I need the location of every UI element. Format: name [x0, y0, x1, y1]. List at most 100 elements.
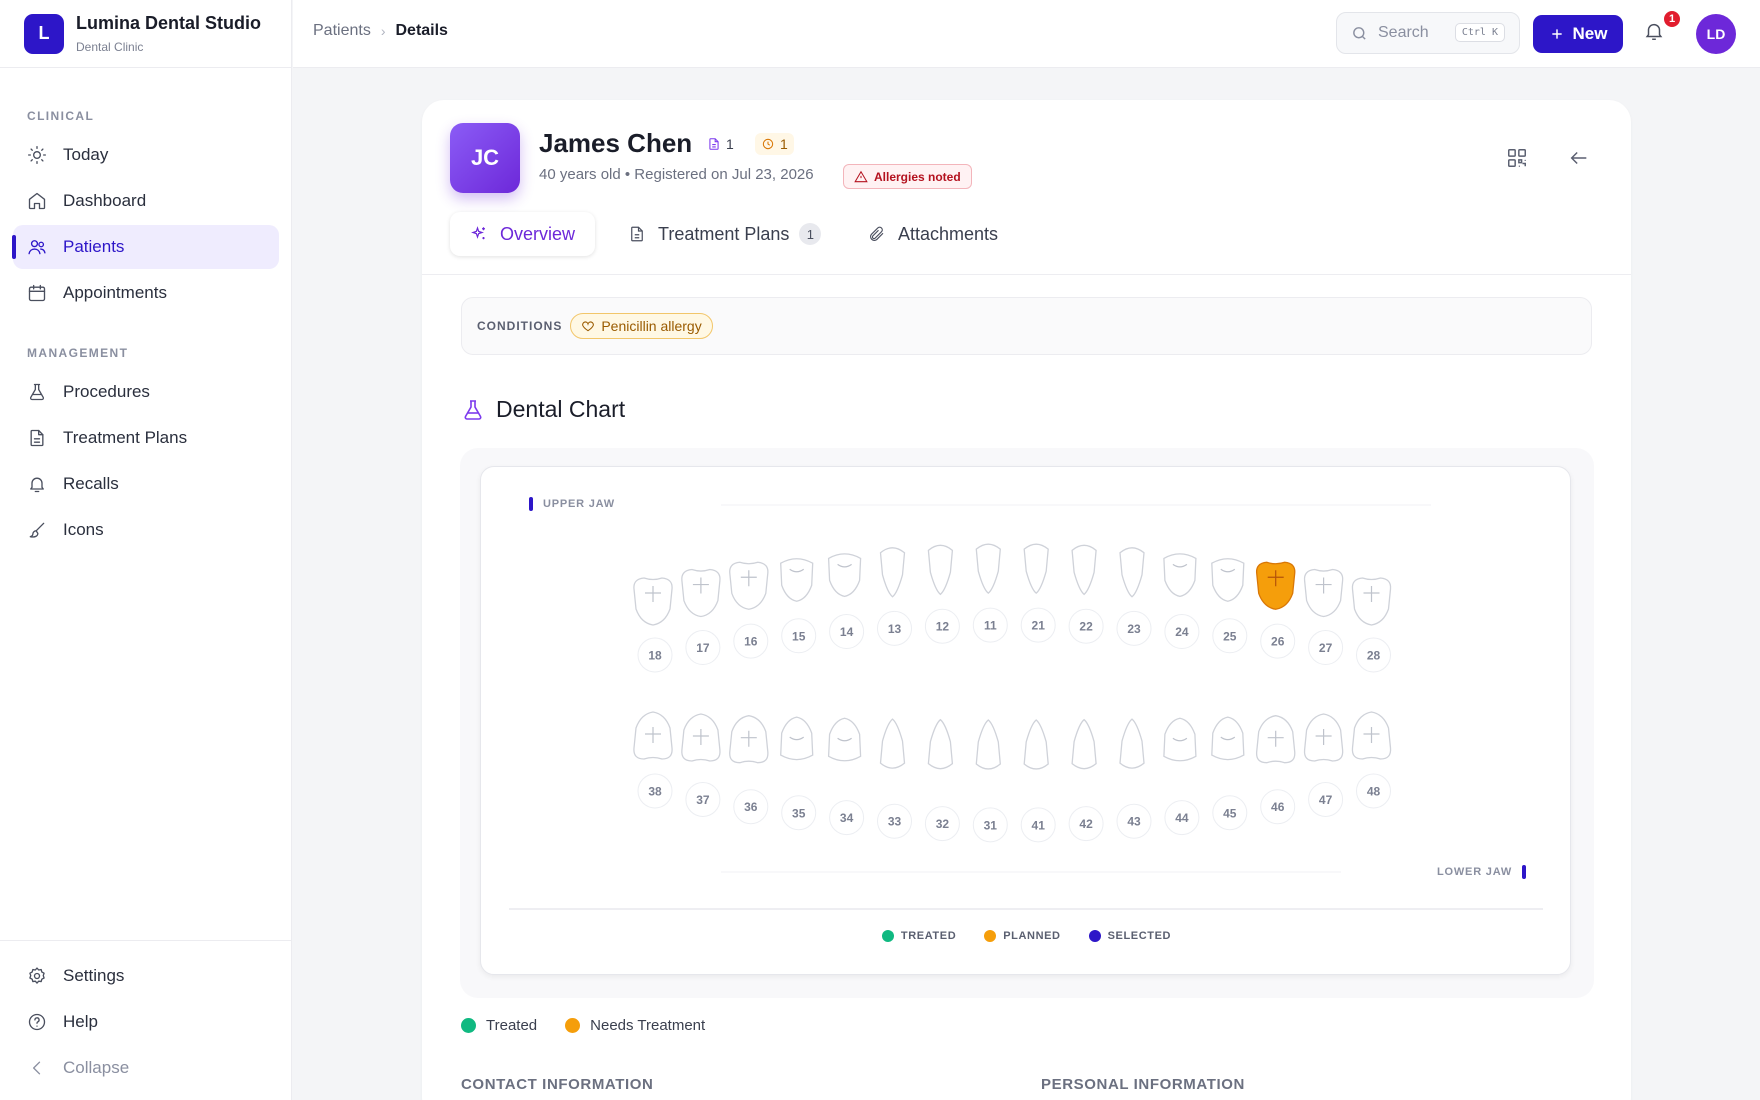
status-key: Treated Needs Treatment — [461, 1017, 733, 1034]
tooth-42[interactable]: 42 — [1068, 718, 1104, 842]
sidebar-item-patients[interactable]: Patients — [12, 225, 279, 269]
tooth-44[interactable]: 44 — [1163, 717, 1200, 836]
new-button-label: New — [1572, 24, 1608, 43]
patient-tabs: Overview Treatment Plans 1 Attachments — [450, 212, 1600, 258]
search-placeholder: Search — [1378, 24, 1429, 41]
tooth-45[interactable]: 45 — [1211, 716, 1248, 831]
tab-treatment-plans[interactable]: Treatment Plans 1 — [628, 212, 822, 256]
tab-label: Treatment Plans — [658, 223, 790, 244]
tooth-32[interactable]: 32 — [924, 718, 960, 842]
sidebar-item-icons[interactable]: Icons — [13, 508, 279, 552]
tooth-shape — [1119, 547, 1145, 598]
arrow-left-icon — [1570, 151, 1587, 165]
brand-name: Lumina Dental Studio — [76, 13, 262, 33]
tooth-23[interactable]: 23 — [1116, 547, 1152, 646]
condition-chip[interactable]: Penicillin allergy — [570, 313, 713, 339]
tooth-12[interactable]: 12 — [924, 544, 960, 644]
breadcrumb-current: Details — [395, 22, 448, 39]
tooth-number: 24 — [1175, 625, 1189, 639]
tooth-15[interactable]: 15 — [780, 558, 817, 654]
paperclip-icon — [870, 226, 884, 241]
sidebar-item-help[interactable]: Help — [13, 1000, 279, 1044]
tooth-46[interactable]: 46 — [1255, 715, 1296, 825]
tooth-number: 38 — [648, 785, 662, 799]
tooth-shape — [1071, 544, 1097, 596]
tooth-38[interactable]: 38 — [633, 711, 673, 809]
heart-icon — [582, 321, 595, 332]
tooth-number: 18 — [648, 649, 662, 663]
tab-attachments[interactable]: Attachments — [868, 212, 998, 256]
tooth-36[interactable]: 36 — [729, 715, 769, 825]
legend-label: SELECTED — [1107, 930, 1172, 942]
tooth-24[interactable]: 24 — [1163, 553, 1200, 650]
tooth-26[interactable]: 26 — [1255, 561, 1296, 659]
tooth-shape — [1211, 716, 1245, 761]
tooth-41[interactable]: 41 — [1020, 719, 1056, 843]
patient-name: James Chen — [539, 128, 693, 158]
document-icon — [30, 429, 44, 447]
sidebar-item-procedures[interactable]: Procedures — [13, 370, 279, 414]
tooth-number: 45 — [1223, 806, 1237, 820]
user-avatar[interactable]: LD — [1696, 14, 1736, 54]
tooth-number: 11 — [984, 619, 997, 633]
tooth-number: 22 — [1079, 620, 1093, 634]
search-input[interactable]: Search Ctrl K — [1336, 12, 1520, 54]
search-icon — [1353, 26, 1366, 40]
tooth-17[interactable]: 17 — [681, 568, 721, 666]
tab-label: Overview — [500, 223, 576, 244]
tooth-35[interactable]: 35 — [780, 716, 817, 831]
sidebar-item-settings[interactable]: Settings — [13, 954, 279, 998]
tooth-16[interactable]: 16 — [729, 561, 769, 659]
dental-chart-title: Dental Chart — [461, 396, 625, 423]
sidebar-item-treatment-plans[interactable]: Treatment Plans — [13, 416, 279, 460]
qr-code-button[interactable] — [1506, 147, 1530, 171]
sidebar-item-label: Recalls — [63, 474, 119, 493]
tooth-48[interactable]: 48 — [1351, 711, 1392, 809]
brand[interactable]: L Lumina Dental Studio Dental Clinic — [0, 0, 291, 68]
tooth-shape — [879, 547, 906, 598]
tooth-number: 25 — [1223, 629, 1237, 643]
documents-count-chip[interactable]: 1 — [701, 133, 740, 155]
tooth-11[interactable]: 11 — [972, 543, 1008, 643]
tooth-shape — [927, 544, 954, 596]
tooth-shape — [975, 719, 1001, 770]
tab-overview[interactable]: Overview — [450, 212, 596, 256]
new-button[interactable]: New — [1533, 15, 1623, 53]
tooth-22[interactable]: 22 — [1068, 544, 1104, 644]
sidebar-item-recalls[interactable]: Recalls — [13, 462, 279, 506]
tab-count-badge: 1 — [799, 223, 822, 245]
back-button[interactable] — [1568, 147, 1592, 171]
chart-legend: TREATED PLANNED SELECTED — [481, 930, 1572, 942]
tooth-shape — [1023, 543, 1049, 594]
tooth-31[interactable]: 31 — [972, 719, 1008, 843]
sidebar-item-label: Dashboard — [63, 191, 147, 210]
tooth-37[interactable]: 37 — [681, 713, 721, 817]
pending-count-chip[interactable]: 1 — [755, 133, 794, 155]
tooth-18[interactable]: 18 — [633, 577, 673, 673]
tooth-21[interactable]: 21 — [1020, 543, 1056, 643]
sidebar: L Lumina Dental Studio Dental Clinic CLI… — [0, 0, 292, 1100]
sidebar-item-today[interactable]: Today — [13, 133, 279, 177]
calendar-icon — [28, 284, 46, 302]
sidebar-collapse-button[interactable]: Collapse — [13, 1046, 279, 1090]
qr-code-icon — [1508, 149, 1526, 167]
tooth-34[interactable]: 34 — [827, 717, 865, 836]
tooth-14[interactable]: 14 — [827, 553, 865, 650]
tooth-33[interactable]: 33 — [877, 718, 912, 839]
breadcrumb-patients[interactable]: Patients — [313, 22, 371, 40]
tooth-13[interactable]: 13 — [877, 547, 912, 646]
patient-avatar: JC — [450, 123, 520, 193]
key-label: Treated — [486, 1017, 538, 1034]
nav-section-clinical: CLINICAL — [27, 109, 95, 123]
tooth-27[interactable]: 27 — [1303, 568, 1344, 666]
tooth-number: 35 — [792, 806, 806, 820]
tooth-47[interactable]: 47 — [1303, 713, 1344, 817]
tooth-number: 42 — [1079, 817, 1093, 831]
tooth-25[interactable]: 25 — [1211, 558, 1248, 654]
sidebar-item-label: Procedures — [63, 382, 150, 401]
sidebar-item-label: Help — [63, 1012, 98, 1031]
tooth-28[interactable]: 28 — [1351, 577, 1392, 673]
tooth-43[interactable]: 43 — [1116, 718, 1152, 839]
sidebar-item-dashboard[interactable]: Dashboard — [13, 179, 279, 223]
sidebar-item-appointments[interactable]: Appointments — [13, 271, 279, 315]
